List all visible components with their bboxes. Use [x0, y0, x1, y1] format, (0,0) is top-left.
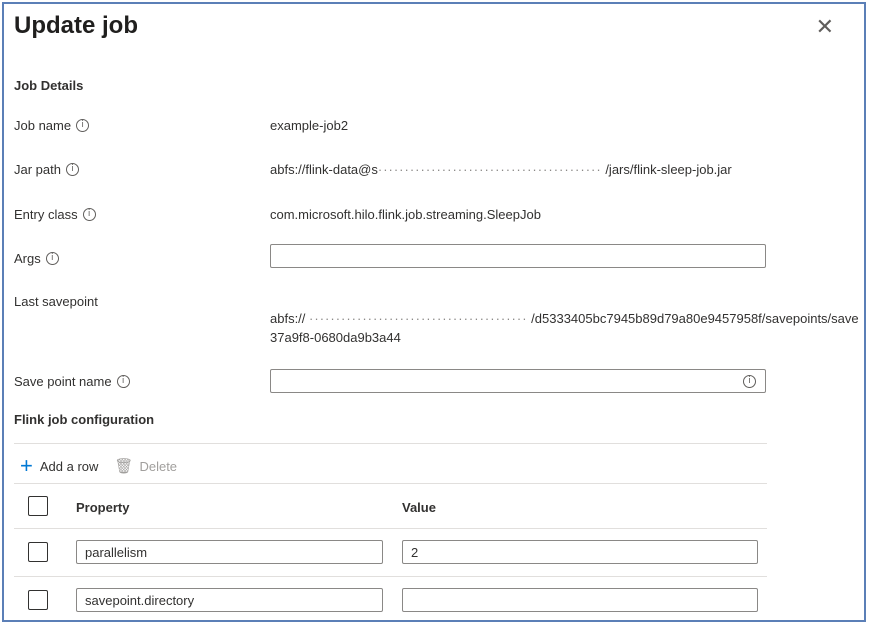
trash-icon: 🗑	[114, 458, 134, 475]
divider	[14, 576, 767, 577]
value-input[interactable]	[402, 588, 758, 612]
entry-class-value: com.microsoft.hilo.flink.job.streaming.S…	[270, 207, 541, 222]
entry-class-label: Entry class i	[14, 207, 96, 222]
property-input[interactable]: parallelism	[76, 540, 383, 564]
job-name-label: Job name i	[14, 118, 90, 133]
config-toolbar: + Add a row 🗑 Delete	[20, 455, 177, 477]
select-all-checkbox[interactable]	[28, 496, 48, 516]
divider	[14, 443, 767, 444]
args-label: Args i	[14, 251, 59, 266]
args-input[interactable]	[270, 244, 766, 268]
info-icon[interactable]: i	[65, 163, 79, 176]
row-checkbox[interactable]	[28, 590, 48, 610]
save-point-name-label-text: Save point name	[14, 374, 112, 389]
job-name-value: example-job2	[270, 118, 349, 133]
divider	[14, 528, 767, 529]
row-checkbox[interactable]	[28, 542, 48, 562]
plus-icon[interactable]: +	[20, 455, 33, 477]
savepoint-prefix: abfs://	[270, 311, 306, 326]
last-savepoint-value: abfs:// ································…	[270, 311, 859, 326]
property-column-header: Property	[76, 500, 130, 515]
update-job-dialog: Update job ✕ Job Details Job name i exam…	[2, 2, 866, 622]
jar-path-masked: ········································…	[377, 162, 602, 177]
jar-path-label: Jar path i	[14, 162, 79, 177]
value-input[interactable]: 2	[402, 540, 758, 564]
info-icon[interactable]: i	[45, 252, 59, 265]
last-savepoint-line2: 37a9f8-0680da9b3a44	[270, 330, 401, 345]
last-savepoint-label: Last savepoint	[14, 294, 98, 309]
save-point-name-label: Save point name i	[14, 374, 130, 389]
jar-path-suffix: /jars/flink-sleep-job.jar	[605, 162, 732, 177]
info-icon[interactable]: i	[76, 119, 90, 132]
args-label-text: Args	[14, 251, 41, 266]
job-details-heading: Job Details	[14, 78, 84, 93]
close-icon[interactable]: ✕	[816, 16, 834, 38]
divider	[14, 483, 767, 484]
savepoint-suffix: /d5333405bc7945b89d79a80e9457958f/savepo…	[531, 311, 859, 326]
info-icon[interactable]: i	[82, 208, 96, 221]
jar-path-label-text: Jar path	[14, 162, 61, 177]
jar-path-value: abfs://flink-data@s·····················…	[270, 162, 732, 177]
dialog-title: Update job	[14, 12, 138, 39]
info-icon[interactable]: i	[116, 375, 130, 388]
flink-config-heading: Flink job configuration	[14, 412, 155, 427]
value-column-header: Value	[402, 500, 436, 515]
savepoint-masked: ········································…	[309, 311, 528, 326]
property-input[interactable]: savepoint.directory	[76, 588, 383, 612]
delete-button[interactable]: Delete	[139, 459, 177, 474]
save-point-name-input[interactable]: i	[270, 369, 766, 393]
entry-class-label-text: Entry class	[14, 207, 78, 222]
last-savepoint-label-text: Last savepoint	[14, 294, 98, 309]
jar-path-prefix: abfs://flink-data@s	[270, 162, 378, 177]
info-icon[interactable]: i	[743, 375, 756, 388]
job-name-label-text: Job name	[14, 118, 72, 133]
add-row-button[interactable]: Add a row	[40, 459, 99, 474]
